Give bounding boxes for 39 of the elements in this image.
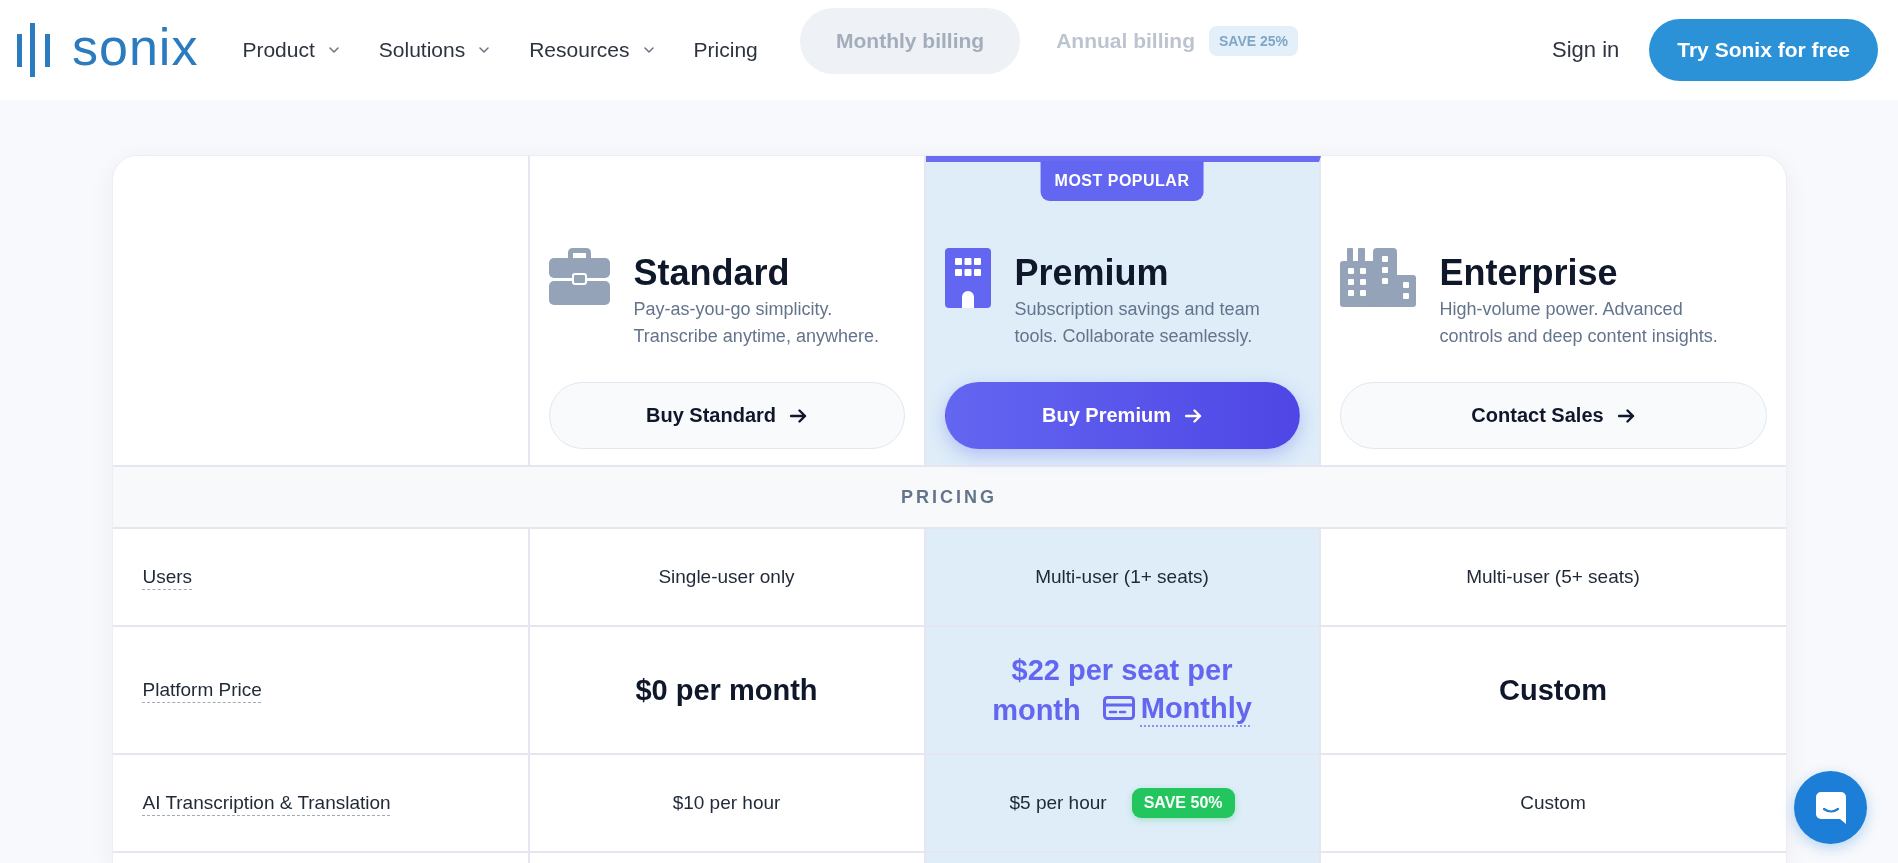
arrow-right-icon [1184, 408, 1202, 423]
plan-description: High-volume power. Advanced controls and deep content insights. [1439, 298, 1719, 348]
caret-icon [479, 47, 490, 53]
arrow-right-icon [1617, 408, 1635, 423]
caret-icon [643, 47, 654, 53]
arrow-right-icon [790, 408, 807, 423]
logo-bars-icon [17, 23, 50, 77]
plan-name: Premium [1014, 251, 1170, 295]
caret-icon [328, 47, 339, 53]
plan-name: Standard [633, 251, 791, 295]
table-cell-text: Multi-user (5+ seats) [1465, 565, 1641, 589]
logo-text: sonix [72, 21, 199, 73]
cell-text: $5 per hour [1009, 792, 1107, 814]
credit-card-icon [1102, 696, 1135, 720]
billing-period-link[interactable]: Monthly [1102, 689, 1252, 727]
plan-button[interactable]: Buy Standard [548, 382, 905, 449]
discount-badge: SAVE 50% [1131, 788, 1235, 818]
plan-description: Subscription savings and team tools. Collaborate seamlessly. [1014, 298, 1261, 348]
table-cell-text: Custom [1519, 791, 1587, 815]
row-label: AI Transcription & Translation [142, 792, 391, 814]
chat-icon [1815, 791, 1846, 824]
row-label: Users [142, 566, 193, 588]
sign-in-link[interactable]: Sign in [1552, 37, 1620, 63]
chat-button[interactable] [1794, 771, 1867, 844]
table-cell: Multi-user (1+ seats) [925, 529, 1321, 625]
nav-link[interactable]: Resources [529, 38, 654, 62]
table-cell-text: Custom [1498, 673, 1608, 708]
section-heading: PRICING [112, 467, 1786, 529]
plan-description: Pay-as-you-go simplicity. Transcribe anytime, anywhere. [633, 298, 880, 348]
plan-name: Enterprise [1439, 251, 1619, 295]
most-popular-badge: MOST POPULAR [1040, 161, 1204, 201]
nav-link[interactable]: Product [242, 38, 339, 62]
price-text: $22 per seat per month Monthly [991, 653, 1253, 729]
nav-link[interactable]: Pricing [693, 38, 758, 62]
nav-link[interactable]: Solutions [378, 38, 490, 62]
plan-button[interactable]: Contact Sales [1339, 382, 1767, 449]
plan-button[interactable]: Buy Premium [944, 382, 1300, 449]
discount-badge: SAVE 25% [1208, 26, 1298, 56]
row-label: Platform Price [142, 679, 262, 701]
